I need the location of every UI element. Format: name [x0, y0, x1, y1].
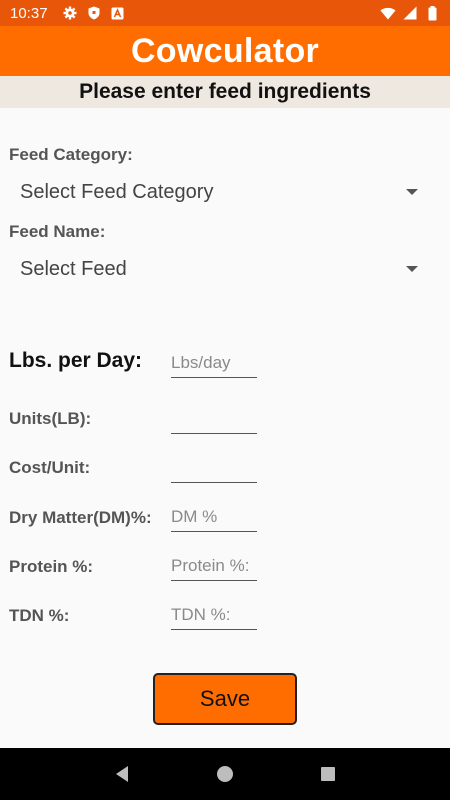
dropdown-arrow-icon	[406, 266, 418, 272]
protein-input[interactable]: Protein %:	[171, 551, 257, 581]
battery-icon	[424, 5, 440, 21]
lbs-per-day-input[interactable]: Lbs/day	[171, 348, 257, 378]
status-left-icons	[62, 5, 126, 21]
wifi-icon	[380, 5, 396, 21]
lbs-per-day-placeholder: Lbs/day	[171, 353, 231, 372]
protein-placeholder: Protein %:	[171, 556, 250, 575]
dry-matter-placeholder: DM %	[171, 507, 218, 526]
tdn-label: TDN %:	[9, 606, 70, 625]
lbs-per-day-label: Lbs. per Day:	[9, 349, 143, 372]
back-icon[interactable]	[107, 759, 137, 789]
feed-category-value: Select Feed Category	[20, 180, 214, 203]
app-title: Cowculator	[130, 31, 320, 70]
status-bar: 10:37	[0, 0, 450, 26]
dry-matter-label: Dry Matter(DM)%:	[9, 508, 152, 527]
nav-bar	[0, 748, 450, 800]
status-right-icons	[380, 5, 440, 21]
units-input[interactable]	[171, 404, 257, 434]
tdn-input[interactable]: TDN %:	[171, 600, 257, 630]
protein-label: Protein %:	[9, 557, 94, 576]
feed-category-label: Feed Category:	[9, 145, 133, 164]
feed-name-spinner[interactable]: Select Feed	[8, 251, 438, 287]
recents-icon[interactable]	[313, 759, 343, 789]
cost-input[interactable]	[171, 453, 257, 483]
feed-name-label: Feed Name:	[9, 222, 106, 241]
save-button-label: Save	[199, 686, 251, 711]
shield-icon	[86, 5, 102, 21]
signal-icon	[402, 5, 418, 21]
cost-label: Cost/Unit:	[9, 458, 91, 477]
feed-name-value: Select Feed	[20, 257, 127, 280]
status-time: 10:37	[10, 4, 48, 22]
dry-matter-input[interactable]: DM %	[171, 502, 257, 532]
app-bar: Cowculator	[0, 26, 450, 76]
dropdown-arrow-icon	[406, 189, 418, 195]
subtitle-bar: Please enter feed ingredients	[0, 76, 450, 108]
a-icon	[110, 5, 126, 21]
page-subtitle: Please enter feed ingredients	[79, 80, 371, 103]
home-icon[interactable]	[210, 759, 240, 789]
feed-category-spinner[interactable]: Select Feed Category	[8, 174, 438, 210]
units-label: Units(LB):	[9, 409, 92, 428]
gear-icon	[62, 5, 78, 21]
screen: 10:37 Cowculator Please enter feed ingre…	[0, 0, 450, 800]
tdn-placeholder: TDN %:	[171, 605, 231, 624]
save-button[interactable]: Save	[153, 673, 297, 725]
